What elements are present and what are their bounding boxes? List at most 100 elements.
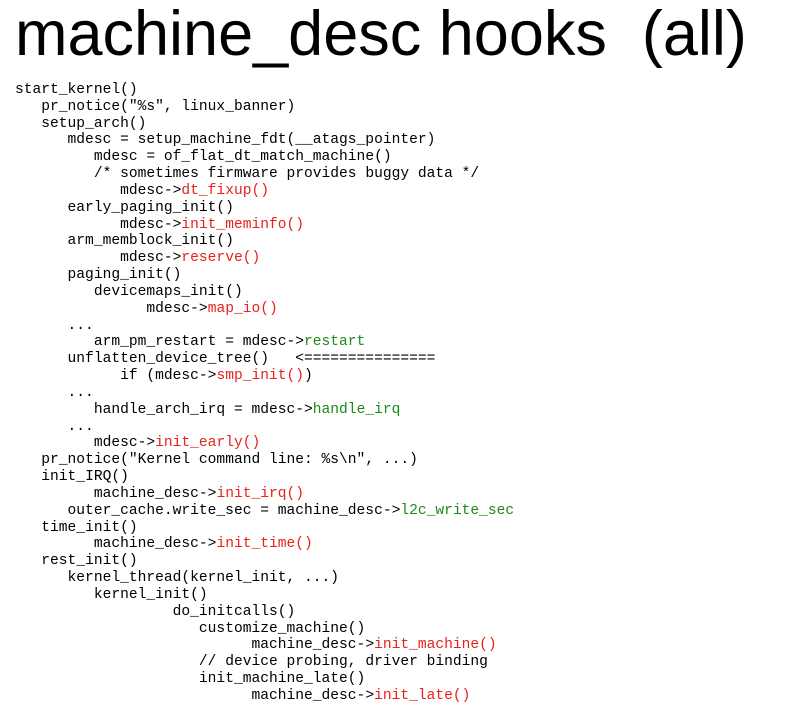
machine-desc-hook-field: l2c_write_sec: [400, 502, 515, 519]
code-text: ): [304, 368, 313, 385]
code-line: mdesc->init_meminfo(): [15, 217, 785, 234]
machine-desc-hook-call: reserve(): [181, 250, 261, 267]
code-text: pr_notice("%s", linux_banner): [41, 98, 296, 115]
machine-desc-hook-call: init_late(): [374, 687, 471, 704]
code-text: ...: [67, 317, 94, 334]
code-text: /* sometimes firmware provides buggy dat…: [93, 166, 480, 183]
code-line: rest_init(): [15, 553, 785, 570]
machine-desc-hook-call: init_meminfo(): [181, 216, 305, 233]
code-text: init_IRQ(): [41, 469, 129, 486]
code-line: arm_pm_restart = mdesc->restart: [15, 334, 785, 351]
machine-desc-hook-call: init_early(): [155, 435, 261, 452]
machine-desc-hook-field: restart: [304, 334, 366, 351]
code-text: pr_notice("Kernel command line: %s\n", .…: [41, 452, 418, 469]
code-line: pr_notice("Kernel command line: %s\n", .…: [15, 452, 785, 469]
code-text: rest_init(): [41, 553, 138, 570]
code-text: customize_machine(): [198, 620, 366, 637]
code-text: unflatten_device_tree() <===============: [67, 351, 436, 368]
machine-desc-hook-call: init_machine(): [374, 637, 497, 654]
code-line: ...: [15, 318, 785, 335]
code-text: outer_cache.write_sec = machine_desc->: [67, 502, 401, 519]
code-line: devicemaps_init(): [15, 284, 785, 301]
code-line: mdesc->map_io(): [15, 301, 785, 318]
code-listing: start_kernel() pr_notice("%s", linux_ban…: [15, 82, 785, 705]
code-line: paging_init(): [15, 267, 785, 284]
code-line: mdesc->init_early(): [15, 435, 785, 452]
code-line: arm_memblock_init(): [15, 233, 785, 250]
code-text: machine_desc->: [93, 536, 217, 553]
code-line: outer_cache.write_sec = machine_desc->l2…: [15, 503, 785, 520]
code-text: machine_desc->: [93, 485, 217, 502]
code-text: ...: [67, 384, 94, 401]
code-line: mdesc->reserve(): [15, 250, 785, 267]
code-text: handle_arch_irq = mdesc->: [93, 401, 313, 418]
code-line: do_initcalls(): [15, 604, 785, 621]
code-line: kernel_thread(kernel_init, ...): [15, 570, 785, 587]
code-line: machine_desc->init_machine(): [15, 637, 785, 654]
code-line: machine_desc->init_late(): [15, 688, 785, 705]
code-line: init_machine_late(): [15, 671, 785, 688]
slide-title: machine_desc hooks (all): [15, 0, 747, 69]
code-text: kernel_thread(kernel_init, ...): [67, 570, 340, 587]
code-text: mdesc->: [93, 435, 156, 452]
code-line: /* sometimes firmware provides buggy dat…: [15, 166, 785, 183]
code-text: time_init(): [41, 519, 138, 536]
code-line: time_init(): [15, 520, 785, 537]
code-line: start_kernel(): [15, 82, 785, 99]
code-text: if (mdesc->: [120, 368, 217, 385]
code-text: mdesc->: [120, 216, 182, 233]
code-line: kernel_init(): [15, 587, 785, 604]
code-text: arm_pm_restart = mdesc->: [93, 334, 305, 351]
code-line: ...: [15, 385, 785, 402]
code-text: setup_arch(): [41, 115, 147, 132]
code-line: pr_notice("%s", linux_banner): [15, 99, 785, 116]
machine-desc-hook-field: handle_irq: [312, 401, 401, 418]
machine-desc-hook-call: map_io(): [207, 300, 278, 317]
code-line: mdesc->dt_fixup(): [15, 183, 785, 200]
code-line: ...: [15, 419, 785, 436]
code-text: start_kernel(): [15, 82, 138, 98]
code-text: arm_memblock_init(): [67, 233, 234, 250]
code-line: mdesc = of_flat_dt_match_machine(): [15, 149, 785, 166]
code-text: mdesc->: [120, 250, 182, 267]
code-text: mdesc = of_flat_dt_match_machine(): [93, 149, 392, 166]
code-text: mdesc = setup_machine_fdt(__atags_pointe…: [67, 132, 436, 149]
code-line: // device probing, driver binding: [15, 654, 785, 671]
code-line: customize_machine(): [15, 621, 785, 638]
code-text: early_paging_init(): [67, 199, 234, 216]
code-line: unflatten_device_tree() <===============: [15, 351, 785, 368]
code-line: machine_desc->init_time(): [15, 536, 785, 553]
code-line: mdesc = setup_machine_fdt(__atags_pointe…: [15, 132, 785, 149]
code-line: handle_arch_irq = mdesc->handle_irq: [15, 402, 785, 419]
code-text: machine_desc->: [251, 687, 375, 704]
code-text: ...: [67, 418, 94, 435]
code-text: devicemaps_init(): [93, 283, 243, 300]
code-line: setup_arch(): [15, 116, 785, 133]
machine-desc-hook-call: init_time(): [216, 536, 313, 553]
